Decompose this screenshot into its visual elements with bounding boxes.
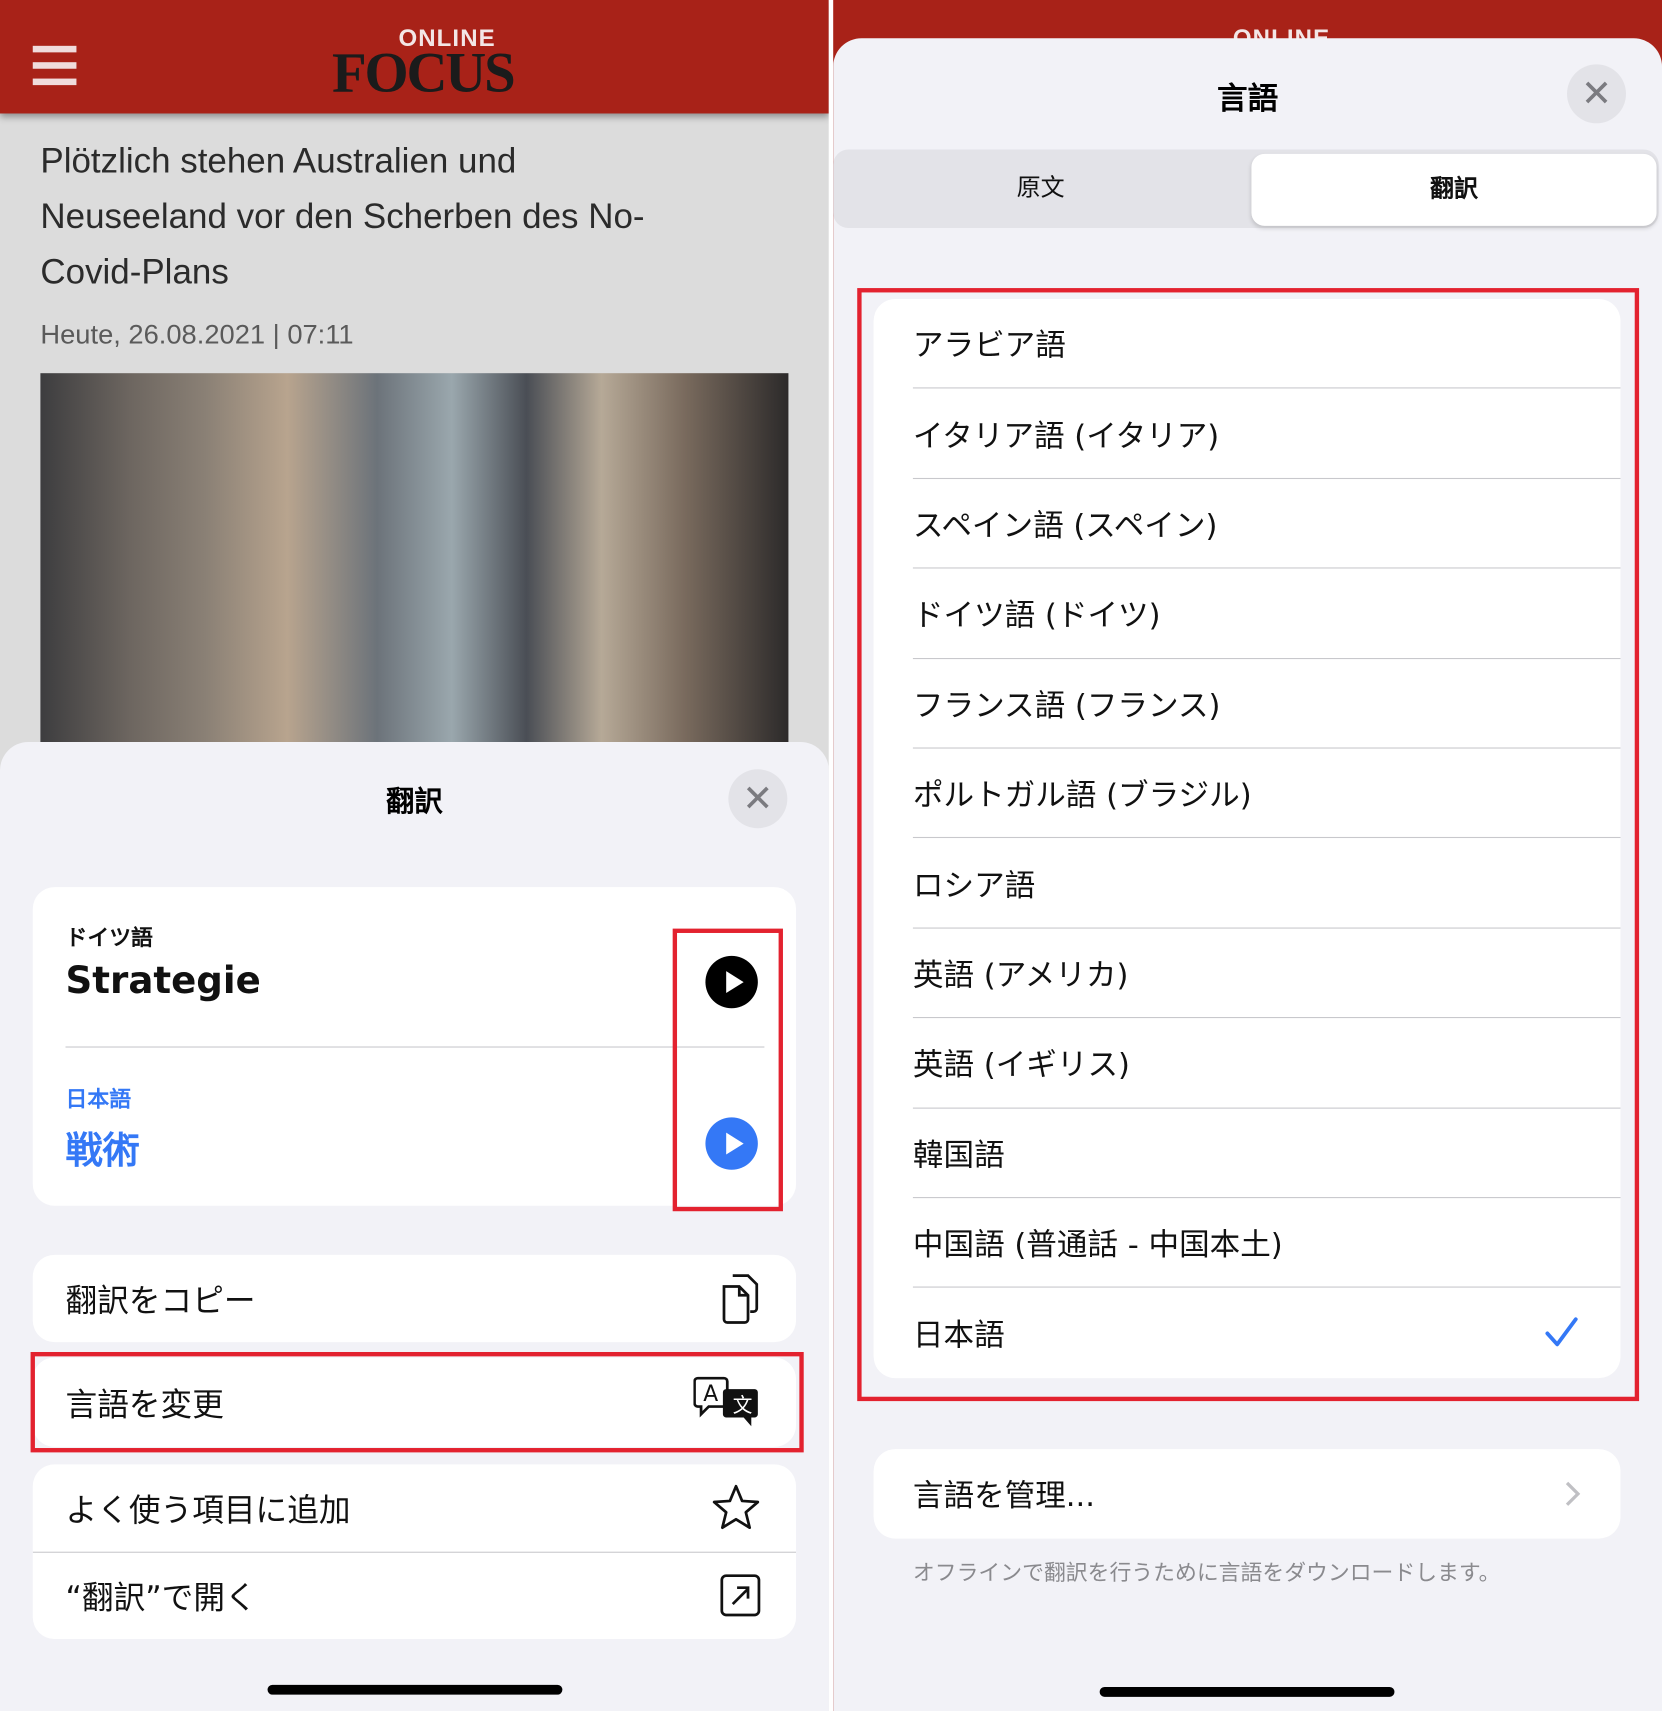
article-date: Heute, 26.08.2021 | 07:11 (40, 319, 354, 351)
manage-languages-button[interactable]: 言語を管理... (873, 1449, 1621, 1539)
article-photo[interactable] (40, 373, 789, 750)
site-header: ONLINE FOCUS (0, 0, 829, 114)
sheet-title: 言語 (1217, 80, 1279, 117)
highlight-box (857, 288, 1640, 1402)
sheet-title: 翻訳 (386, 785, 443, 819)
segmented-control: 原文 翻訳 (833, 149, 1659, 229)
left-screen: ONLINE FOCUS Plötzlich stehen Australien… (0, 0, 829, 1711)
copy-icon (722, 1274, 759, 1324)
star-icon (712, 1484, 760, 1530)
target-language-label: 日本語 (65, 1085, 132, 1112)
target-text: 戦術 (65, 1129, 140, 1174)
divider (65, 1046, 765, 1048)
close-button[interactable]: ✕ (1567, 64, 1626, 124)
translation-sheet: 翻訳 ✕ ドイツ語 Strategie 日本語 戦術 翻訳をコピー 言語を変更 … (0, 742, 829, 1711)
segment-translation[interactable]: 翻訳 (1251, 153, 1657, 226)
home-indicator[interactable] (1099, 1686, 1395, 1697)
menu-icon[interactable] (32, 45, 77, 95)
source-text: Strategie (65, 959, 261, 1003)
chevron-right-icon (1565, 1481, 1581, 1506)
home-indicator[interactable] (267, 1684, 563, 1695)
add-favorite-button[interactable]: よく使う項目に追加 (33, 1464, 796, 1551)
open-external-icon (720, 1574, 761, 1617)
copy-translation-button[interactable]: 翻訳をコピー (32, 1254, 797, 1343)
article-title[interactable]: Plötzlich stehen Australien und Neuseela… (40, 133, 804, 300)
open-in-translate-button[interactable]: “翻訳”で開く (33, 1552, 796, 1639)
right-screen: ONLINE 言語 ✕ 原文 翻訳 アラビア語イタリア語 (イタリア)スペイン語… (833, 0, 1662, 1711)
source-language-label: ドイツ語 (65, 924, 153, 951)
close-button[interactable]: ✕ (728, 769, 788, 829)
segment-original[interactable]: 原文 (833, 149, 1248, 228)
focus-logo[interactable]: ONLINE FOCUS (332, 24, 516, 106)
footnote: オフラインで翻訳を行うために言語をダウンロードします。 (912, 1559, 1501, 1586)
menu-group: よく使う項目に追加 “翻訳”で開く (32, 1464, 797, 1639)
highlight-box (30, 1351, 804, 1453)
highlight-box (672, 928, 783, 1212)
